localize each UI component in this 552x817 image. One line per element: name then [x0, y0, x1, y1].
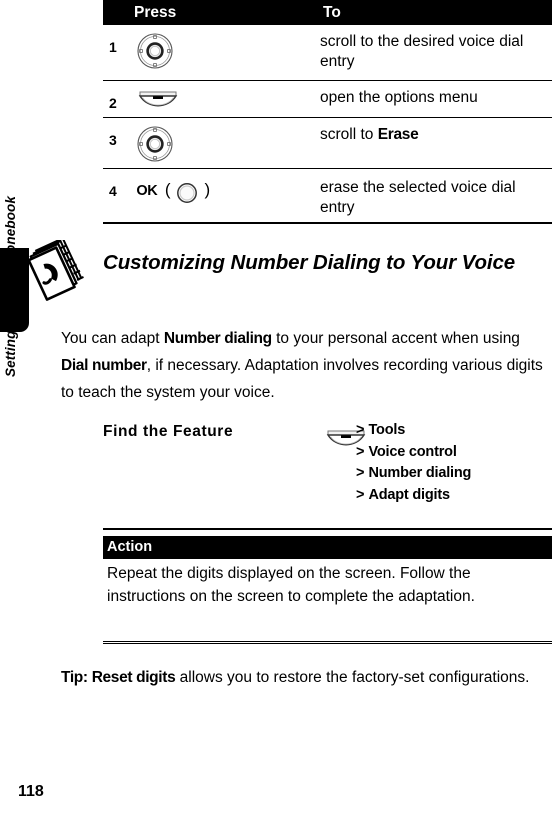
- page-title: Customizing Number Dialing to Your Voice: [103, 251, 516, 274]
- action-description: scroll to the desired voice dial entry: [320, 33, 524, 70]
- menu-path-item-number-dialing: > Number dialing: [356, 465, 472, 481]
- table-row: 3 scroll to Erase: [103, 118, 552, 169]
- action-table-text: Repeat the digits displayed on the scree…: [107, 565, 475, 605]
- find-the-feature-label: Find the Feature: [103, 423, 234, 440]
- press-to-table-header: Press To: [103, 0, 552, 25]
- column-header-press: Press: [134, 4, 177, 21]
- find-the-feature-rule: [103, 528, 552, 530]
- key-cell: [134, 25, 320, 81]
- column-header-to: To: [323, 4, 341, 21]
- step-number: 4: [109, 183, 117, 199]
- action-description: scroll to Erase: [320, 126, 419, 143]
- table-row: 4 OK ( ) erase the selected voice dial e…: [103, 169, 552, 227]
- tip-paragraph: Tip: Reset digits allows you to restore …: [61, 665, 541, 691]
- key-cell: [134, 81, 320, 118]
- press-to-table: Press To 1 scroll to the desired voice d…: [103, 0, 552, 226]
- menu-path-item-tools: > Tools: [356, 422, 406, 438]
- table-bottom-rule: [103, 222, 552, 224]
- tip-text: allows you to restore the factory-set co…: [175, 669, 530, 686]
- menu-path-item-voice-control: > Voice control: [356, 443, 457, 460]
- nav-key-icon: [136, 126, 174, 167]
- action-table-header: Action: [103, 536, 552, 559]
- page-number: 118: [18, 783, 44, 800]
- ok-key-icon: [176, 182, 198, 209]
- chevron-separator: >: [356, 422, 365, 438]
- menu-path-item-adapt-digits: > Adapt digits: [356, 486, 450, 503]
- step-number: 3: [109, 132, 117, 148]
- paren-open: (: [164, 180, 171, 199]
- tip-prefix: Tip:: [61, 669, 92, 686]
- action-table-bottom-rule: [103, 641, 552, 644]
- step-number: 1: [109, 39, 117, 55]
- key-cell: OK ( ): [134, 169, 320, 227]
- softkey-label-ok: OK: [136, 183, 158, 199]
- menu-key-icon: [136, 91, 180, 116]
- para-text-1: You can adapt: [61, 330, 164, 347]
- nav-key-icon: [136, 33, 174, 74]
- term-dial-number: Dial number: [61, 357, 147, 374]
- menu-item-erase: Erase: [377, 126, 419, 143]
- term-reset-digits: Reset digits: [91, 669, 176, 686]
- phonebook-icon: [24, 236, 86, 302]
- table-row: 2 open the options menu: [103, 81, 552, 118]
- body-paragraph: You can adapt Number dialing to your per…: [61, 325, 548, 406]
- chevron-separator: >: [356, 465, 365, 481]
- paren-close: ): [204, 180, 211, 199]
- para-text-2: to your personal accent when using: [271, 330, 520, 347]
- term-number-dialing: Number dialing: [163, 330, 272, 347]
- chapter-side-title: Setting Up Your Phonebook: [3, 196, 18, 377]
- menu-path-list: > Tools > Voice control > Number dialing > A…: [356, 420, 471, 506]
- action-description: erase the selected voice dial entry: [320, 179, 516, 216]
- step-number: 2: [109, 95, 117, 111]
- chevron-separator: >: [356, 486, 365, 503]
- action-description: open the options menu: [320, 89, 478, 106]
- chevron-separator: >: [356, 443, 365, 460]
- key-cell: [134, 118, 320, 169]
- table-row: 1 scroll to the desired voice dial entry: [103, 25, 552, 81]
